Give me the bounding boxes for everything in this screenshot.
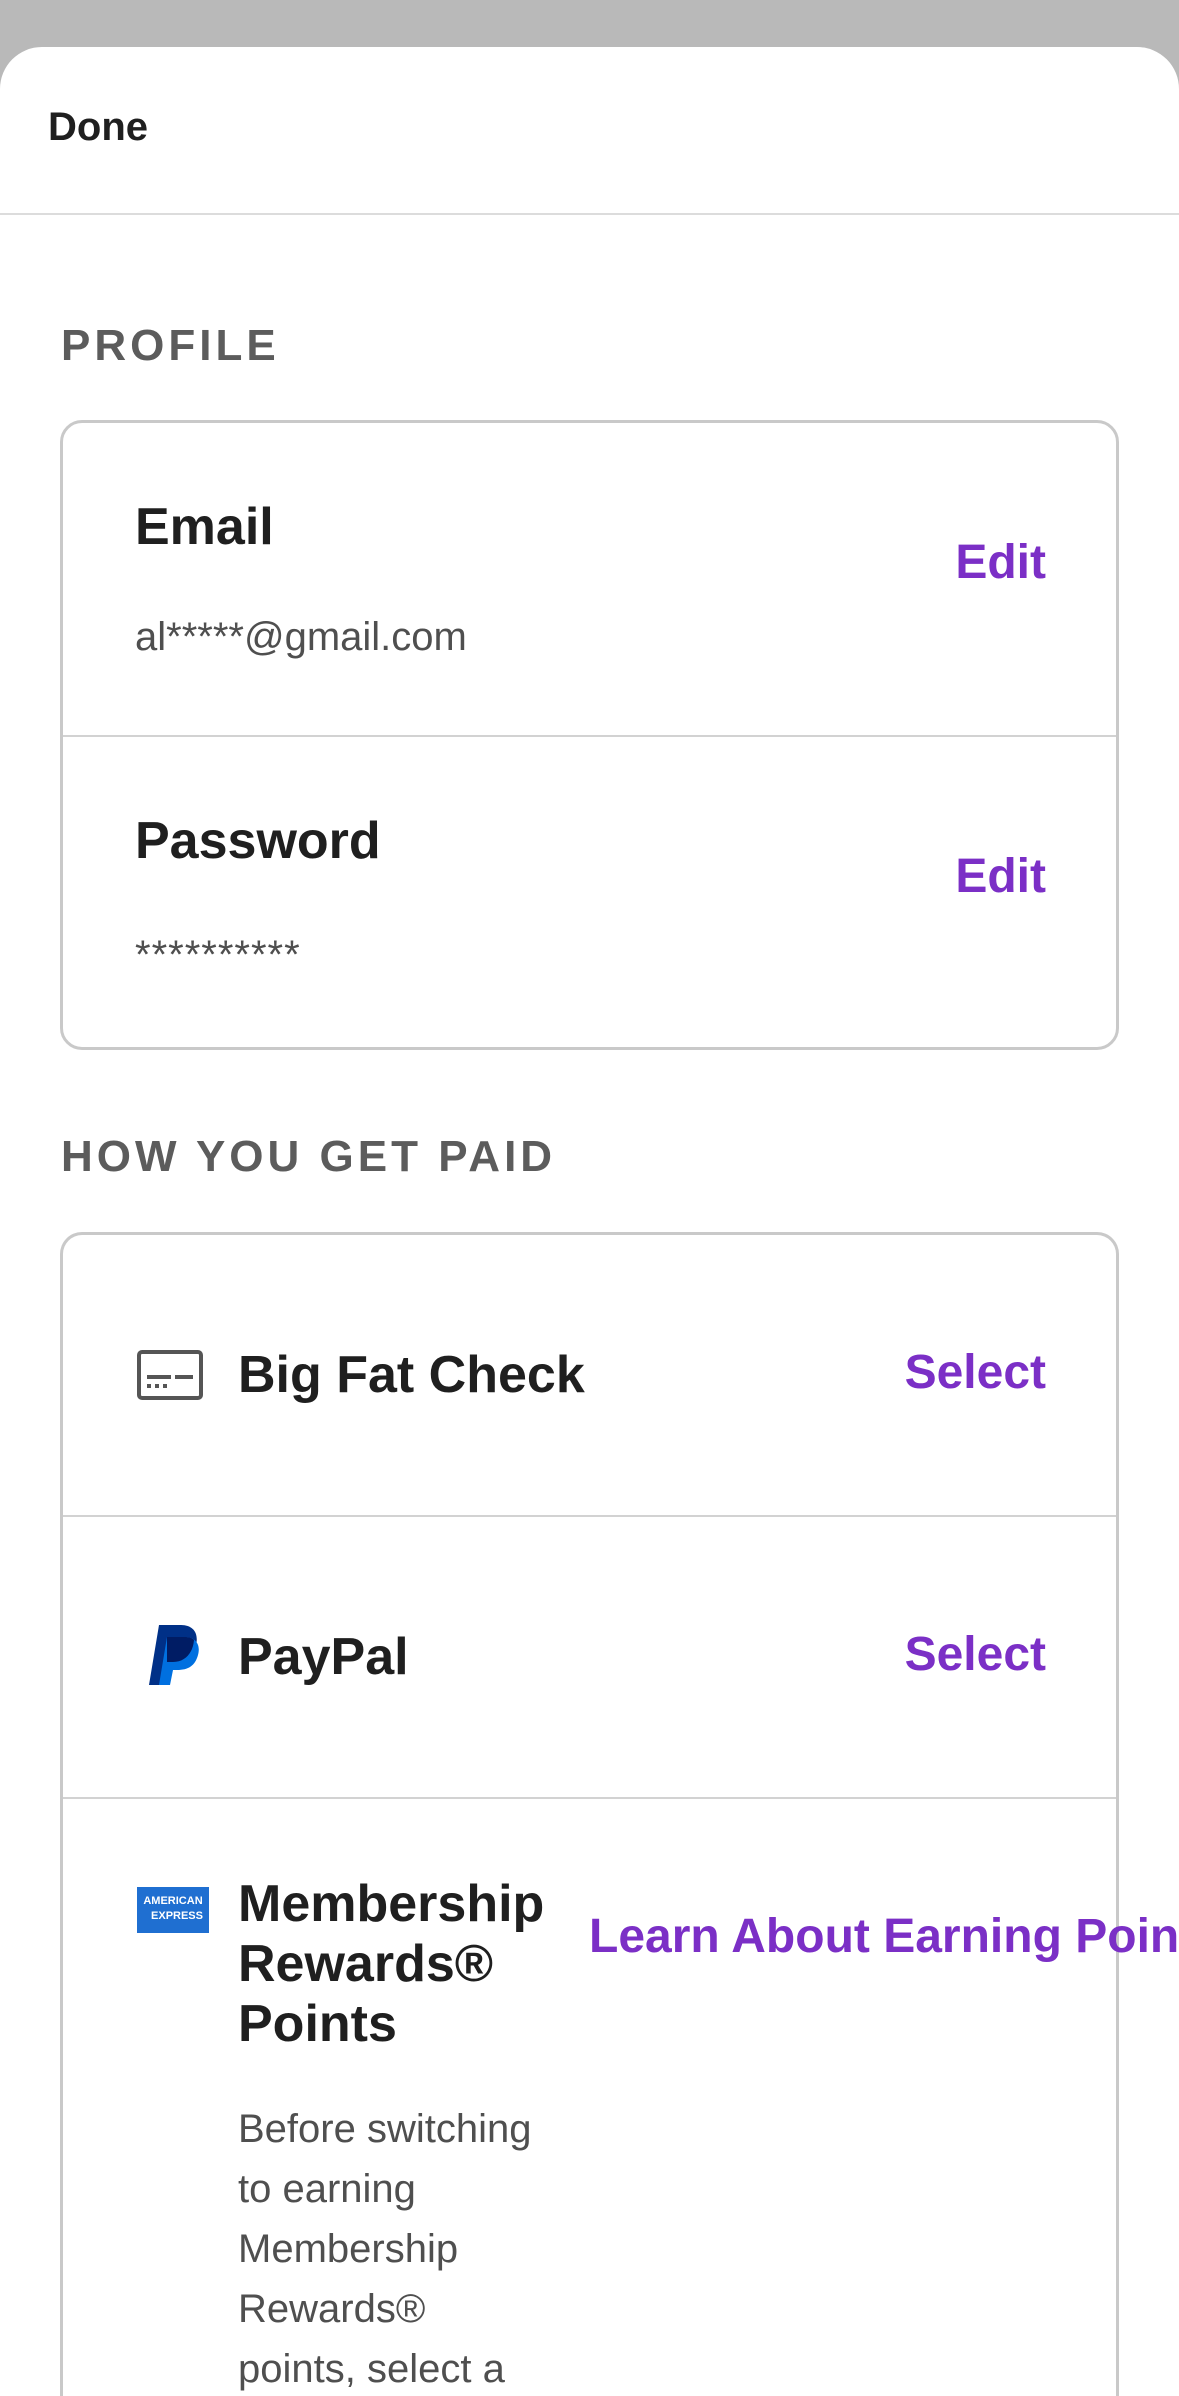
membership-rewards-label: Membership Rewards® Points <box>238 1875 545 2053</box>
payment-option-paypal[interactable]: PayPal Select <box>63 1517 1116 1799</box>
payment-card: Big Fat Check Select PayPal Select AMERI… <box>60 1232 1179 2396</box>
email-value: al*****@gmail.com <box>135 615 467 659</box>
account-sheet: Done PROFILE Email al*****@gmail.com Edi… <box>0 47 1179 2396</box>
payment-option-check[interactable]: Big Fat Check Select <box>63 1235 1116 1517</box>
email-row: Email al*****@gmail.com Edit <box>63 423 1116 737</box>
check-icon <box>137 1350 203 1405</box>
password-value: ********** <box>135 933 301 977</box>
email-label: Email <box>135 498 274 556</box>
american-express-icon: AMERICAN EXPRESS <box>137 1887 209 1938</box>
done-button[interactable]: Done <box>48 105 148 150</box>
svg-text:AMERICAN: AMERICAN <box>143 1895 202 1907</box>
edit-email-button[interactable]: Edit <box>955 535 1046 590</box>
payment-section-title: HOW YOU GET PAID <box>61 1132 557 1181</box>
profile-section-title: PROFILE <box>61 321 280 370</box>
paypal-icon <box>145 1623 201 1692</box>
paypal-option-label: PayPal <box>238 1628 409 1686</box>
check-option-label: Big Fat Check <box>238 1346 585 1404</box>
password-label: Password <box>135 812 381 870</box>
membership-rewards-description: Before switching to earning Membership R… <box>238 2107 532 2391</box>
select-check-button[interactable]: Select <box>905 1345 1046 1400</box>
sheet-header: Done <box>0 47 1179 215</box>
payment-option-membership-rewards[interactable]: AMERICAN EXPRESS Membership Rewards® Poi… <box>63 1799 1179 2396</box>
svg-text:EXPRESS: EXPRESS <box>151 1910 203 1922</box>
learn-about-earning-points-link[interactable]: Learn About Earning Points <box>589 1909 1179 1964</box>
select-paypal-button[interactable]: Select <box>905 1627 1046 1682</box>
profile-card: Email al*****@gmail.com Edit Password **… <box>60 420 1119 1050</box>
password-row: Password ********** Edit <box>63 737 1116 1047</box>
edit-password-button[interactable]: Edit <box>955 849 1046 904</box>
